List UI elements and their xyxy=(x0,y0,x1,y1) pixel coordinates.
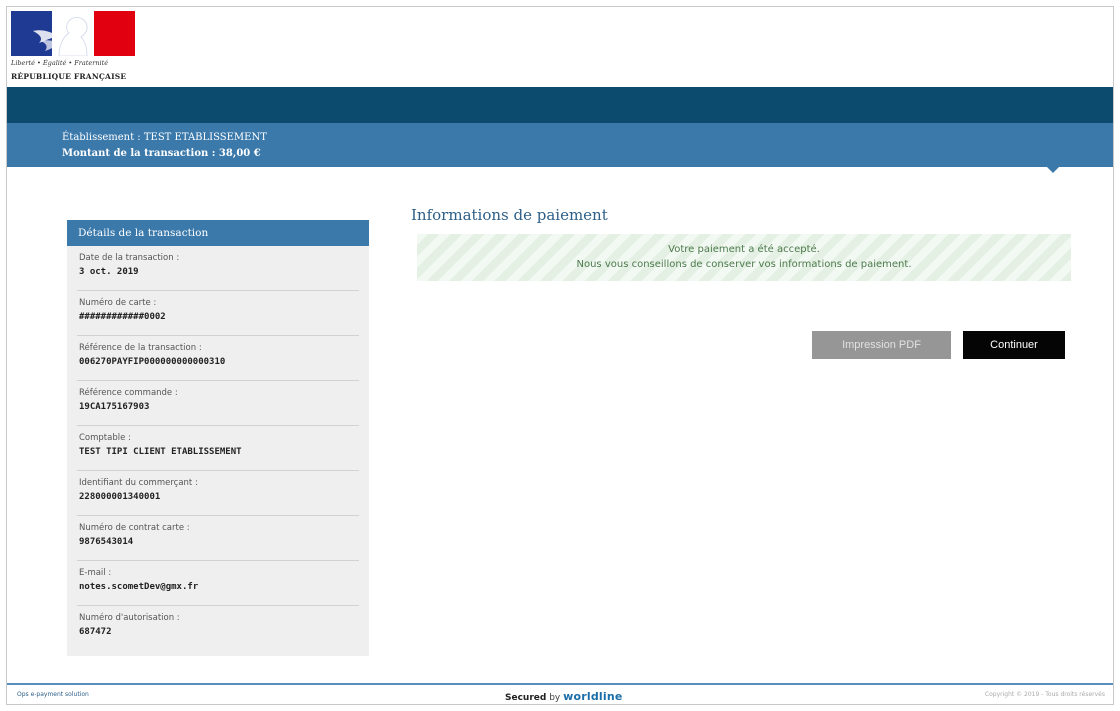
logo-motto: Liberté • Égalité • Fraternité xyxy=(11,59,109,67)
detail-label: Numéro de carte : xyxy=(79,298,157,308)
marianne-flag-icon xyxy=(11,11,135,56)
detail-label: Identifiant du commerçant : xyxy=(79,478,198,488)
detail-label: Numéro d'autorisation : xyxy=(79,613,180,623)
detail-value: 006270PAYFIP000000000000310 xyxy=(79,357,226,367)
top-bar xyxy=(7,87,1113,123)
page-frame: Liberté • Égalité • Fraternité RÉPUBLIQU… xyxy=(6,6,1114,705)
detail-label: Comptable : xyxy=(79,433,131,443)
info-bar-notch xyxy=(1047,167,1059,173)
republique-francaise-logo: Liberté • Égalité • Fraternité RÉPUBLIQU… xyxy=(11,11,135,91)
detail-item-card-contract: Numéro de contrat carte : 9876543014 xyxy=(77,516,359,561)
detail-value: 9876543014 xyxy=(79,537,134,547)
alert-line-accepted: Votre paiement a été accepté. xyxy=(668,244,820,255)
print-pdf-button[interactable]: Impression PDF xyxy=(812,331,951,359)
detail-value: notes.scometDev@gmx.fr xyxy=(79,582,199,592)
secured-label: Secured xyxy=(505,693,547,703)
establishment-line: Établissement : TEST ETABLISSEMENT xyxy=(62,132,267,143)
logo-republic-text: RÉPUBLIQUE FRANÇAISE xyxy=(11,72,127,81)
transaction-info-bar: Établissement : TEST ETABLISSEMENT Monta… xyxy=(7,123,1113,173)
detail-item-accountant: Comptable : TEST TIPI CLIENT ETABLISSEME… xyxy=(77,426,359,471)
detail-label: Date de la transaction : xyxy=(79,253,180,263)
detail-value: 687472 xyxy=(79,627,112,637)
secured-by-worldline: Secured by worldline xyxy=(505,690,623,703)
detail-value: 3 oct. 2019 xyxy=(79,267,139,277)
footer-left-text[interactable]: Ops e-payment solution xyxy=(17,691,89,698)
by-label: by xyxy=(549,693,561,703)
worldline-logo: worldline xyxy=(563,690,623,703)
detail-label: Numéro de contrat carte : xyxy=(79,523,190,533)
detail-item-date: Date de la transaction : 3 oct. 2019 xyxy=(77,246,359,291)
detail-item-card-number: Numéro de carte : ############0002 xyxy=(77,291,359,336)
detail-value: 228000001340001 xyxy=(79,492,161,502)
transaction-details-panel: Détails de la transaction Date de la tra… xyxy=(67,220,369,656)
detail-item-order-reference: Référence commande : 19CA175167903 xyxy=(77,381,359,426)
detail-item-email: E-mail : notes.scometDev@gmx.fr xyxy=(77,561,359,606)
detail-item-merchant-id: Identifiant du commerçant : 228000001340… xyxy=(77,471,359,516)
transaction-amount-line: Montant de la transaction : 38,00 € xyxy=(62,148,261,159)
detail-item-transaction-reference: Référence de la transaction : 006270PAYF… xyxy=(77,336,359,381)
detail-label: Référence commande : xyxy=(79,388,178,398)
detail-value: TEST TIPI CLIENT ETABLISSEMENT xyxy=(79,447,242,457)
copyright-text: Copyright © 2019 - Tous droits réservés xyxy=(984,691,1105,698)
footer-divider xyxy=(7,683,1113,685)
transaction-details-title: Détails de la transaction xyxy=(67,220,369,246)
detail-value: ############0002 xyxy=(79,312,166,322)
detail-label: E-mail : xyxy=(79,568,112,578)
detail-label: Référence de la transaction : xyxy=(79,343,202,353)
detail-item-authorization: Numéro d'autorisation : 687472 xyxy=(77,606,359,651)
payment-info-title: Informations de paiement xyxy=(411,206,608,224)
continue-button[interactable]: Continuer xyxy=(963,331,1065,359)
payment-accepted-alert: Votre paiement a été accepté. Nous vous … xyxy=(417,234,1071,281)
alert-line-advice: Nous vous conseillons de conserver vos i… xyxy=(576,259,912,270)
detail-value: 19CA175167903 xyxy=(79,402,150,412)
